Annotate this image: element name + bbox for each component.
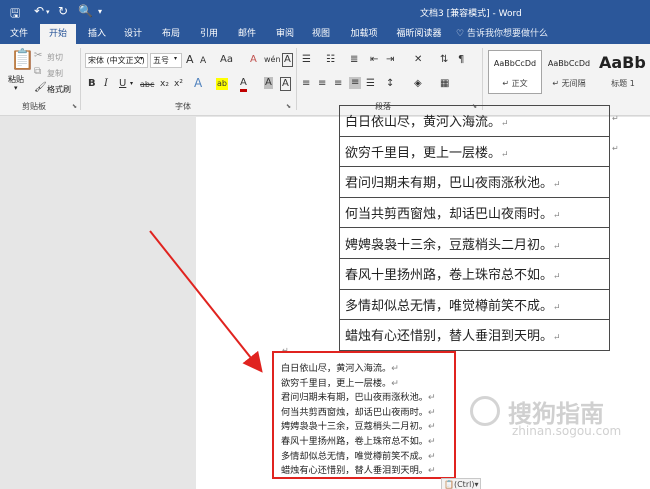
- arrow-line: [149, 230, 263, 373]
- annotation-arrow: [149, 230, 263, 373]
